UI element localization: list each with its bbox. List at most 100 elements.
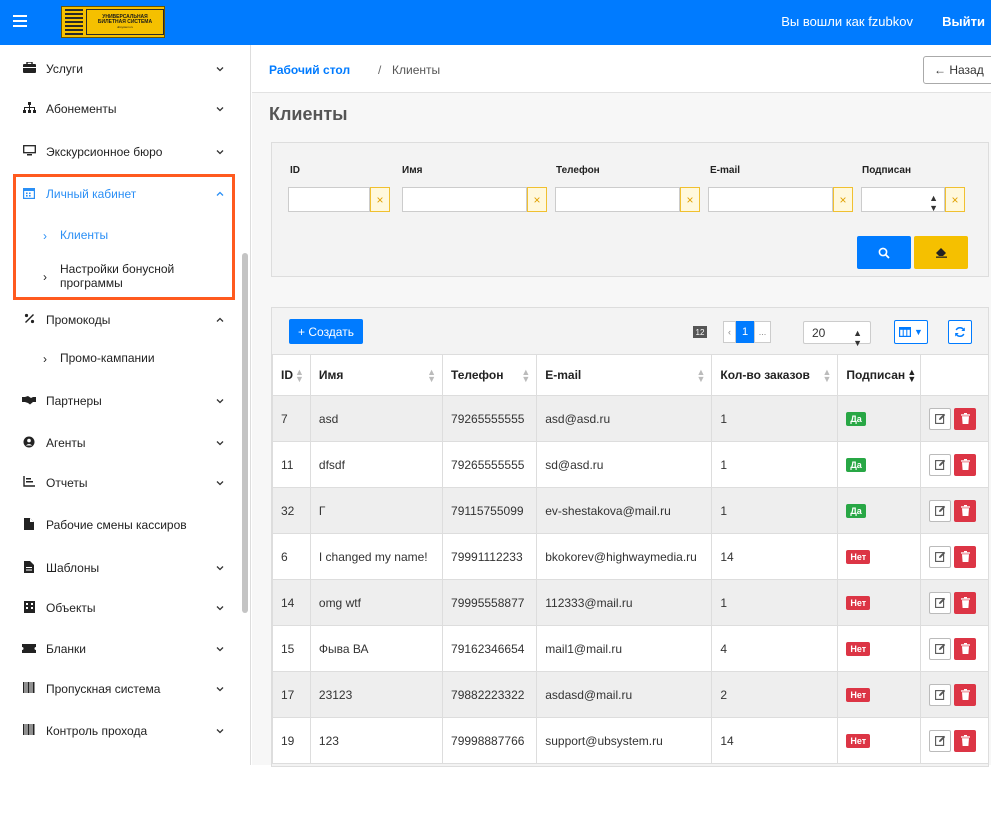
- edit-icon: [934, 689, 946, 700]
- edit-button[interactable]: [929, 637, 952, 660]
- cell-id: 14: [272, 579, 311, 626]
- sidebar-item-agents[interactable]: Агенты: [0, 423, 237, 463]
- sidebar-item-entry-control[interactable]: Контроль прохода: [0, 711, 237, 751]
- delete-button[interactable]: [954, 545, 977, 568]
- delete-button[interactable]: [954, 499, 977, 522]
- sidebar-scrollbar[interactable]: [242, 253, 248, 613]
- sidebar-item-reports[interactable]: Отчеты: [0, 463, 237, 503]
- cell-actions: [920, 395, 988, 442]
- clear-subscribed-icon[interactable]: ×: [945, 187, 965, 212]
- column-header-subscribed[interactable]: Подписан ▲ ▼: [837, 354, 922, 396]
- delete-button[interactable]: [954, 453, 977, 476]
- filter-id-input[interactable]: [288, 187, 370, 212]
- cell-id: 32: [272, 487, 311, 534]
- reset-filters-button[interactable]: [914, 236, 968, 269]
- subscribed-badge: Нет: [846, 596, 871, 610]
- building-icon: [22, 600, 36, 616]
- trash-icon: [960, 505, 970, 516]
- column-header-orders[interactable]: Кол-во заказов ▲ ▼: [711, 354, 839, 396]
- table-row[interactable]: 11 dfsdf 79265555555 sd@asd.ru 1 Да: [272, 441, 988, 488]
- edit-button[interactable]: [929, 499, 952, 522]
- chevron-right-icon: ›: [43, 229, 47, 243]
- cell-email: ev-shestakova@mail.ru: [536, 487, 713, 534]
- per-page-select[interactable]: 20 ▲ ▼: [803, 321, 871, 348]
- sidebar-item-promo-campaigns[interactable]: › Промо-кампании: [0, 348, 237, 370]
- sidebar-item-bonus-settings[interactable]: › Настройки бонусной программы: [0, 261, 237, 293]
- column-header-actions: [920, 354, 988, 396]
- cell-name: I changed my name!: [309, 533, 444, 580]
- edit-button[interactable]: [929, 453, 952, 476]
- back-button[interactable]: ← Назад: [923, 56, 991, 84]
- cell-phone: 79882223322: [442, 671, 538, 718]
- barcode-icon: [22, 724, 36, 738]
- delete-button[interactable]: [954, 729, 977, 752]
- pagination-more[interactable]: ...: [754, 321, 771, 343]
- table-row[interactable]: 7 asd 79265555555 asd@asd.ru 1 Да: [272, 395, 988, 442]
- chevron-up-icon: [216, 317, 224, 322]
- cell-name: 23123: [309, 671, 444, 718]
- clear-phone-icon[interactable]: ×: [680, 187, 700, 212]
- delete-button[interactable]: [954, 407, 977, 430]
- chevron-down-icon: [216, 606, 224, 611]
- sidebar-item-personal-account[interactable]: Личный кабинет: [0, 174, 237, 214]
- sort-icon: ▲ ▼: [696, 367, 706, 385]
- per-page-value: 20: [812, 325, 826, 340]
- filter-email-input[interactable]: [708, 187, 833, 212]
- edit-button[interactable]: [929, 407, 952, 430]
- sidebar-item-promocodes[interactable]: Промокоды: [0, 300, 237, 340]
- column-header-id[interactable]: ID ▲ ▼: [272, 354, 311, 396]
- delete-button[interactable]: [954, 637, 977, 660]
- table-row[interactable]: 14 omg wtf 79995558877 112333@mail.ru 1 Нет: [272, 579, 988, 626]
- cell-orders: 4: [711, 625, 839, 672]
- brand-logo[interactable]: УНИВЕРСАЛЬНАЯ БИЛЕТНАЯ СИСТЕМА ubsystem.…: [61, 6, 165, 38]
- table-row[interactable]: 15 Фыва ВА 79162346654 mail1@mail.ru 4 Нет: [272, 625, 988, 672]
- create-button[interactable]: + Создать: [289, 319, 363, 344]
- column-header-name[interactable]: Имя ▲ ▼: [309, 354, 444, 396]
- edit-button[interactable]: [929, 545, 952, 568]
- cell-subscribed: Нет: [837, 533, 922, 580]
- table-row[interactable]: 6I changed my name! 79991112233 bkokorev@h…: [272, 533, 988, 580]
- pagination-prev[interactable]: ‹: [723, 321, 736, 343]
- delete-button[interactable]: [954, 683, 977, 706]
- search-button[interactable]: [857, 236, 911, 269]
- filter-name-input[interactable]: [402, 187, 527, 212]
- chevron-down-icon: [216, 481, 224, 486]
- breadcrumb-home-link[interactable]: Рабочий стол: [269, 63, 350, 77]
- sidebar-item-templates[interactable]: Шаблоны: [0, 548, 237, 588]
- filter-subscribed-select[interactable]: ▲ ▼: [861, 187, 945, 213]
- filter-panel: ID Имя Телефон E-mail Подписан × × × × ▲…: [271, 142, 989, 277]
- sidebar-item-blanks[interactable]: Бланки: [0, 629, 237, 669]
- trash-icon: [960, 459, 970, 470]
- delete-button[interactable]: [954, 591, 977, 614]
- column-header-email[interactable]: E-mail ▲ ▼: [536, 354, 713, 396]
- cell-id: 11: [272, 441, 311, 488]
- sidebar-item-clients[interactable]: › Клиенты: [0, 225, 237, 247]
- cell-id: 15: [272, 625, 311, 672]
- sidebar-item-partners[interactable]: Партнеры: [0, 381, 237, 421]
- columns-toggle-button[interactable]: ▼: [894, 320, 928, 344]
- sitemap-icon: [22, 102, 36, 116]
- clear-name-icon[interactable]: ×: [527, 187, 547, 212]
- chevron-down-icon: [216, 566, 224, 571]
- filter-phone-input[interactable]: [555, 187, 680, 212]
- sidebar-item-objects[interactable]: Объекты: [0, 588, 237, 628]
- edit-button[interactable]: [929, 683, 952, 706]
- table-row[interactable]: 17 23123 79882223322 asdasd@mail.ru 2 Нет: [272, 671, 988, 718]
- clear-id-icon[interactable]: ×: [370, 187, 390, 212]
- edit-button[interactable]: [929, 591, 952, 614]
- logout-link[interactable]: Выйти: [942, 14, 985, 29]
- pagination-page-1[interactable]: 1: [736, 321, 754, 343]
- refresh-button[interactable]: [948, 320, 972, 344]
- sidebar-item-excursion-bureau[interactable]: Экскурсионное бюро: [0, 132, 237, 172]
- sidebar-item-cashier-shifts[interactable]: Рабочие смены кассиров: [0, 505, 237, 545]
- sidebar-item-subscriptions[interactable]: Абонементы: [0, 89, 237, 129]
- sidebar-item-access-system[interactable]: Пропускная система: [0, 669, 237, 709]
- sidebar-item-services[interactable]: Услуги: [0, 49, 237, 89]
- table-row[interactable]: 32 Г 79115755099 ev-shestakova@mail.ru 1 Да: [272, 487, 988, 534]
- table-row[interactable]: 19 123 79998887766 support@ubsystem.ru 14 Нет: [272, 717, 988, 764]
- edit-button[interactable]: [929, 729, 952, 752]
- table-body: 7 asd 79265555555 asd@asd.ru 1 Да 11 dfsdf 79265…: [272, 395, 988, 764]
- hamburger-menu-icon[interactable]: [10, 12, 30, 32]
- column-header-phone[interactable]: Телефон ▲ ▼: [442, 354, 538, 396]
- clear-email-icon[interactable]: ×: [833, 187, 853, 212]
